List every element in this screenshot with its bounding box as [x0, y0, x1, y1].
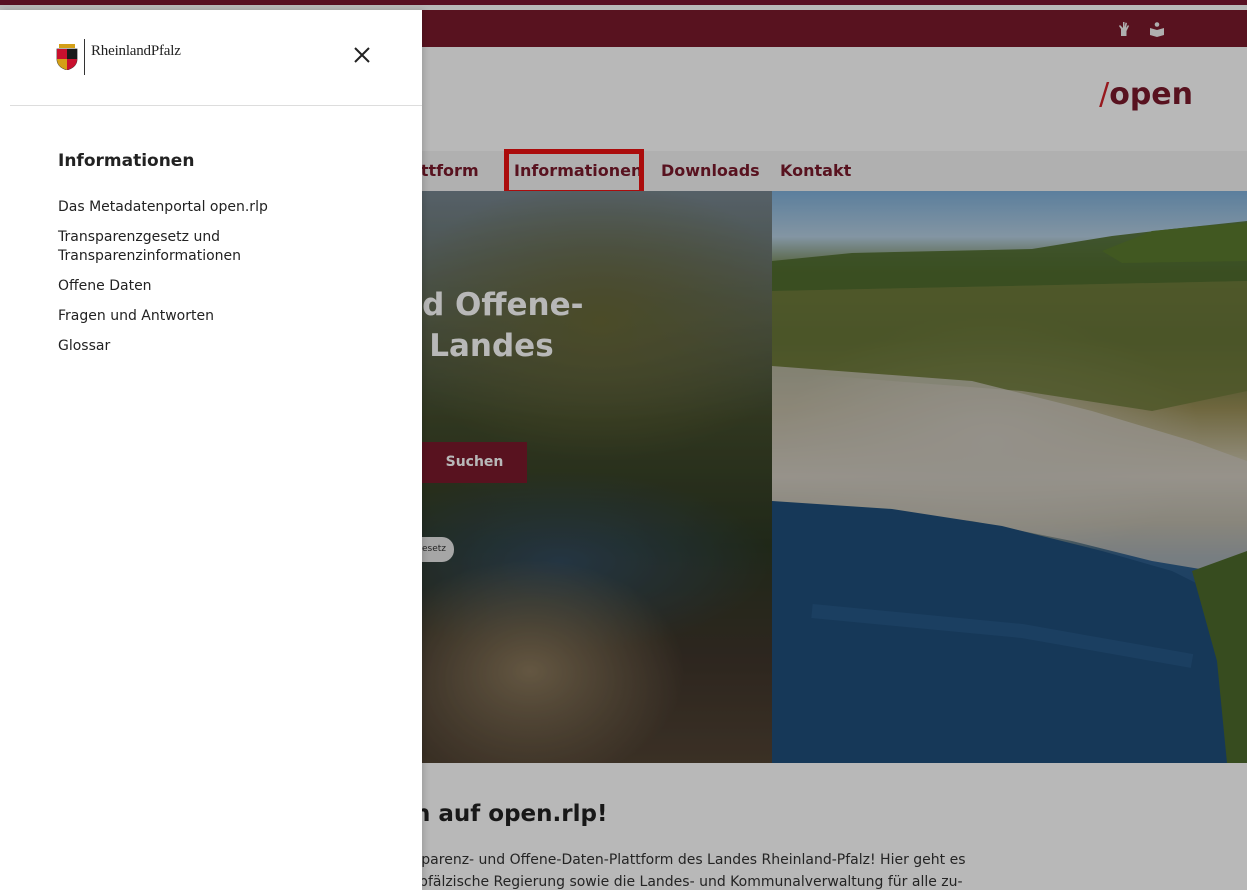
drawer-title: Informationen	[58, 151, 195, 171]
coat-of-arms-icon	[56, 44, 78, 70]
logo-divider	[84, 39, 85, 75]
close-drawer-button[interactable]	[350, 45, 374, 69]
rlp-logo[interactable]: RheinlandPfalz	[56, 38, 181, 76]
page: /open attform Informationen Downloads Ko…	[0, 0, 1247, 890]
drawer-link-transparenzgesetz[interactable]: Transparenzgesetz und Transparenzinforma…	[58, 228, 388, 266]
drawer-header: RheinlandPfalz	[10, 10, 422, 106]
close-icon	[354, 47, 370, 63]
drawer-link-metadatenportal[interactable]: Das Metadatenportal open.rlp	[58, 198, 388, 217]
drawer-link-fragen-antworten[interactable]: Fragen und Antworten	[58, 307, 388, 326]
drawer-link-glossar[interactable]: Glossar	[58, 337, 388, 356]
side-drawer: RheinlandPfalz Informationen Das Metadat…	[0, 10, 422, 890]
drawer-link-list: Das Metadatenportal open.rlp Transparenz…	[58, 198, 388, 367]
drawer-link-offene-daten[interactable]: Offene Daten	[58, 277, 388, 296]
logo-text: RheinlandPfalz	[91, 42, 181, 59]
